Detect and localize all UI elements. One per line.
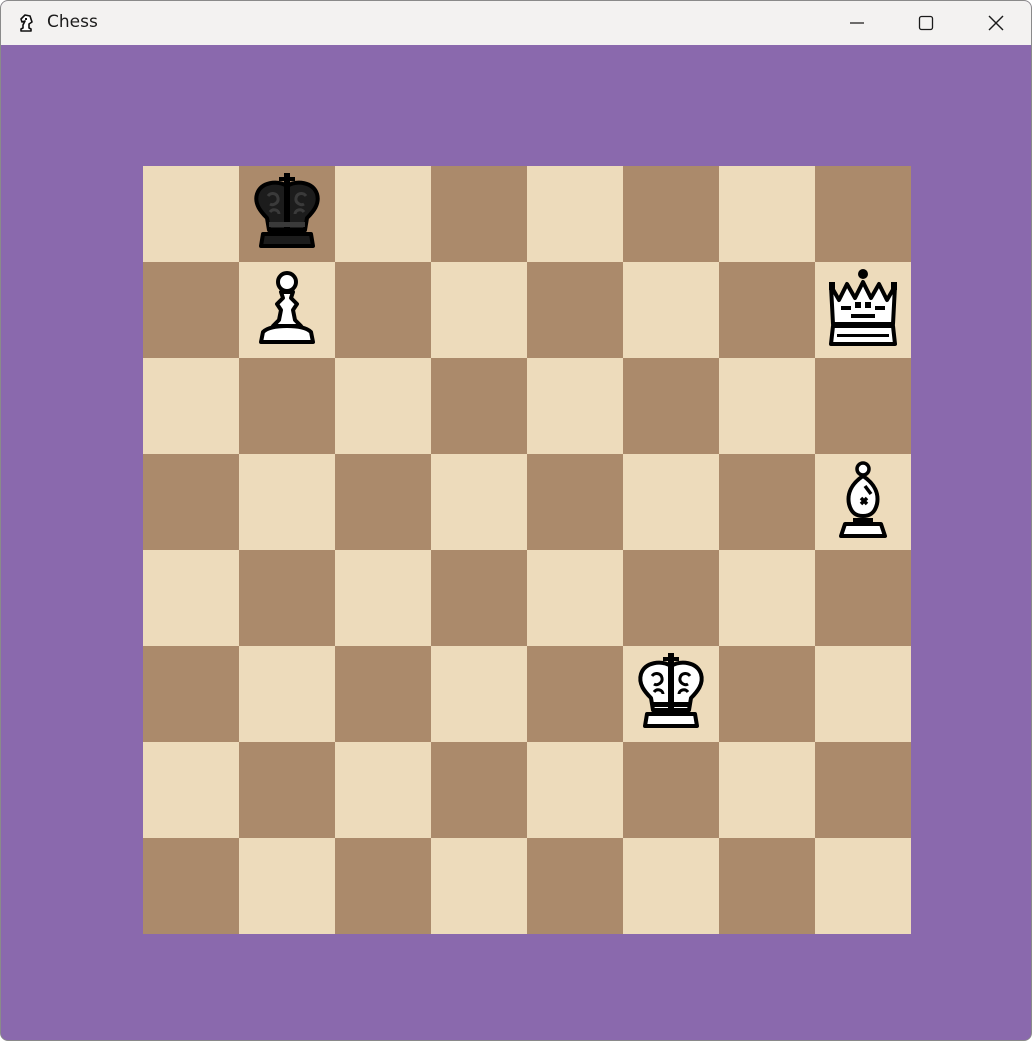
square-h3[interactable]	[815, 646, 911, 742]
square-b2[interactable]	[239, 742, 335, 838]
square-f6[interactable]	[623, 358, 719, 454]
square-b3[interactable]	[239, 646, 335, 742]
square-f1[interactable]	[623, 838, 719, 934]
chess-window: Chess	[0, 0, 1032, 1041]
square-b5[interactable]	[239, 454, 335, 550]
square-c8[interactable]	[335, 166, 431, 262]
square-h2[interactable]	[815, 742, 911, 838]
square-e4[interactable]	[527, 550, 623, 646]
square-b1[interactable]	[239, 838, 335, 934]
square-b8[interactable]	[239, 166, 335, 262]
square-c6[interactable]	[335, 358, 431, 454]
square-d6[interactable]	[431, 358, 527, 454]
square-h4[interactable]	[815, 550, 911, 646]
minimize-icon	[849, 15, 865, 31]
square-a2[interactable]	[143, 742, 239, 838]
title-bar[interactable]: Chess	[1, 1, 1031, 45]
close-icon	[987, 14, 1005, 32]
square-f2[interactable]	[623, 742, 719, 838]
square-b4[interactable]	[239, 550, 335, 646]
square-g4[interactable]	[719, 550, 815, 646]
square-d8[interactable]	[431, 166, 527, 262]
square-a4[interactable]	[143, 550, 239, 646]
white-king-icon[interactable]	[623, 646, 719, 742]
white-pawn-icon[interactable]	[239, 262, 335, 358]
square-g6[interactable]	[719, 358, 815, 454]
square-h8[interactable]	[815, 166, 911, 262]
square-a8[interactable]	[143, 166, 239, 262]
square-a1[interactable]	[143, 838, 239, 934]
square-g1[interactable]	[719, 838, 815, 934]
square-g2[interactable]	[719, 742, 815, 838]
square-b6[interactable]	[239, 358, 335, 454]
square-e8[interactable]	[527, 166, 623, 262]
square-h6[interactable]	[815, 358, 911, 454]
square-d3[interactable]	[431, 646, 527, 742]
square-e3[interactable]	[527, 646, 623, 742]
chess-board[interactable]	[143, 166, 911, 934]
square-a3[interactable]	[143, 646, 239, 742]
square-g7[interactable]	[719, 262, 815, 358]
square-b7[interactable]	[239, 262, 335, 358]
square-c1[interactable]	[335, 838, 431, 934]
square-c7[interactable]	[335, 262, 431, 358]
window-title: Chess	[47, 12, 98, 32]
square-d1[interactable]	[431, 838, 527, 934]
square-e6[interactable]	[527, 358, 623, 454]
square-f7[interactable]	[623, 262, 719, 358]
square-d2[interactable]	[431, 742, 527, 838]
game-area	[1, 45, 1031, 1040]
maximize-icon	[918, 15, 934, 31]
square-h5[interactable]	[815, 454, 911, 550]
square-d4[interactable]	[431, 550, 527, 646]
square-f4[interactable]	[623, 550, 719, 646]
square-a5[interactable]	[143, 454, 239, 550]
square-c4[interactable]	[335, 550, 431, 646]
square-c5[interactable]	[335, 454, 431, 550]
square-e5[interactable]	[527, 454, 623, 550]
square-f8[interactable]	[623, 166, 719, 262]
square-a6[interactable]	[143, 358, 239, 454]
square-a7[interactable]	[143, 262, 239, 358]
square-e1[interactable]	[527, 838, 623, 934]
square-g8[interactable]	[719, 166, 815, 262]
square-f5[interactable]	[623, 454, 719, 550]
square-d7[interactable]	[431, 262, 527, 358]
square-h1[interactable]	[815, 838, 911, 934]
square-g5[interactable]	[719, 454, 815, 550]
square-d5[interactable]	[431, 454, 527, 550]
maximize-button[interactable]	[891, 1, 961, 45]
square-e2[interactable]	[527, 742, 623, 838]
square-c2[interactable]	[335, 742, 431, 838]
square-e7[interactable]	[527, 262, 623, 358]
close-button[interactable]	[961, 1, 1031, 45]
square-h7[interactable]	[815, 262, 911, 358]
square-g3[interactable]	[719, 646, 815, 742]
white-bishop-icon[interactable]	[815, 454, 911, 550]
square-c3[interactable]	[335, 646, 431, 742]
square-f3[interactable]	[623, 646, 719, 742]
chess-knight-icon	[17, 13, 35, 33]
black-king-icon[interactable]	[239, 166, 335, 262]
minimize-button[interactable]	[822, 1, 892, 45]
white-queen-icon[interactable]	[815, 262, 911, 358]
